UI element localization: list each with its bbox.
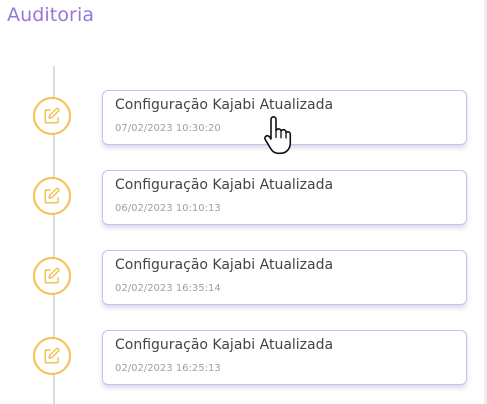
- audit-entry-card[interactable]: Configuração Kajabi Atualizada 06/02/202…: [102, 170, 467, 225]
- entry-title: Configuração Kajabi Atualizada: [115, 97, 334, 113]
- hand-pointer-icon: [262, 116, 294, 156]
- timeline-entry: Configuração Kajabi Atualizada 06/02/202…: [0, 170, 487, 228]
- entry-title: Configuração Kajabi Atualizada: [115, 337, 334, 353]
- timeline-entry: Configuração Kajabi Atualizada 02/02/202…: [0, 250, 487, 308]
- edit-icon: [33, 337, 71, 375]
- timeline-entry: Configuração Kajabi Atualizada 02/02/202…: [0, 330, 487, 388]
- entry-date: 06/02/2023 10:10:13: [115, 203, 221, 214]
- entry-title: Configuração Kajabi Atualizada: [115, 177, 334, 193]
- edit-icon: [33, 177, 71, 215]
- entry-date: 07/02/2023 10:30:20: [115, 123, 221, 134]
- audit-entry-card[interactable]: Configuração Kajabi Atualizada 02/02/202…: [102, 330, 467, 385]
- audit-page: Auditoria Configuração Kajabi Atualizada…: [0, 0, 487, 404]
- entry-title: Configuração Kajabi Atualizada: [115, 257, 334, 273]
- page-title: Auditoria: [7, 4, 95, 26]
- audit-entry-card[interactable]: Configuração Kajabi Atualizada 02/02/202…: [102, 250, 467, 305]
- edit-icon: [33, 257, 71, 295]
- entry-date: 02/02/2023 16:25:13: [115, 363, 221, 374]
- timeline-entry: Configuração Kajabi Atualizada 07/02/202…: [0, 90, 487, 148]
- edit-icon: [33, 97, 71, 135]
- entry-date: 02/02/2023 16:35:14: [115, 283, 221, 294]
